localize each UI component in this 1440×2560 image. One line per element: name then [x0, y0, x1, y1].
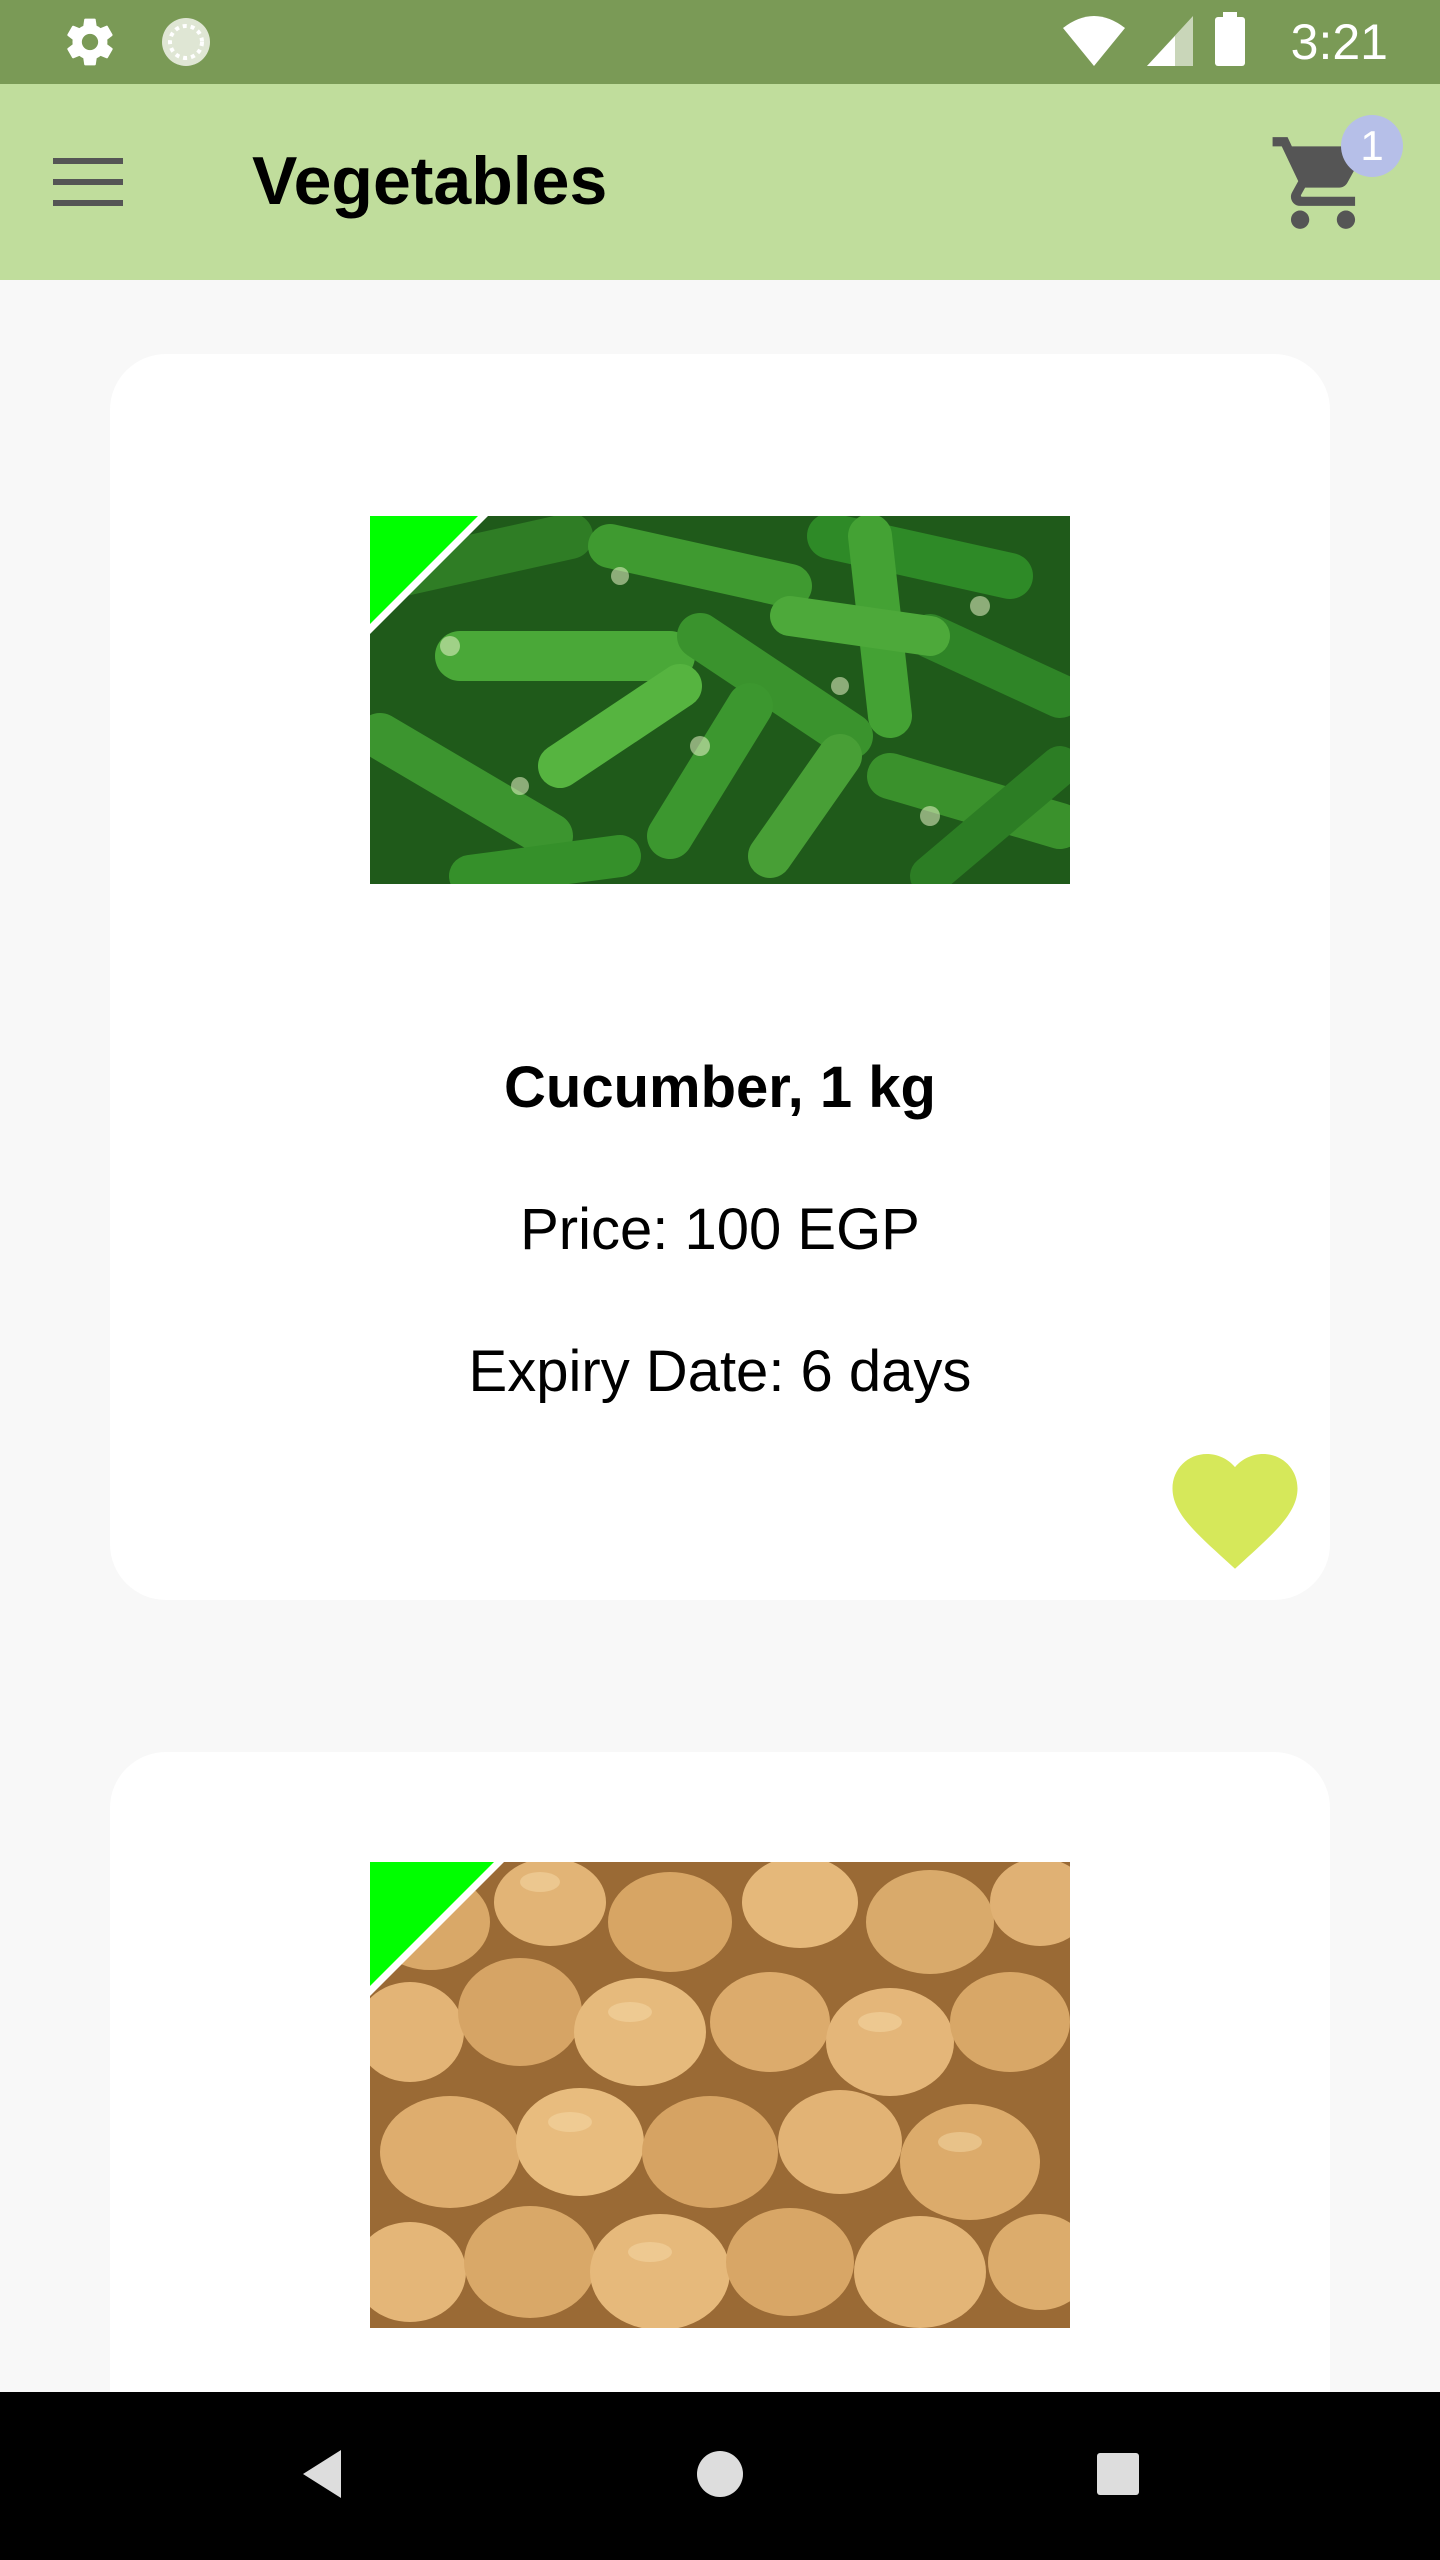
heart-icon — [1160, 1454, 1310, 1578]
back-icon — [297, 2446, 347, 2507]
cucumbers-image — [370, 516, 1070, 884]
product-card[interactable]: Cucumber, 1 kg Price: 100 EGP Expiry Dat… — [110, 354, 1330, 1600]
favorite-button[interactable] — [1160, 1434, 1310, 1574]
status-time: 3:21 — [1290, 14, 1388, 70]
product-price: Price: 100 EGP — [520, 1197, 920, 1262]
recents-button[interactable] — [1070, 2428, 1166, 2524]
product-expiry: Expiry Date: 6 days — [468, 1339, 972, 1404]
status-left-icons — [62, 14, 214, 75]
wifi-icon — [1061, 12, 1127, 73]
status-bar: 3:21 — [0, 0, 1440, 84]
menu-button[interactable] — [40, 136, 136, 232]
sync-icon — [158, 14, 214, 75]
system-navigation-bar — [0, 2392, 1440, 2560]
status-right-icons: 3:21 — [1061, 0, 1388, 84]
potatoes-image — [370, 1862, 1070, 2328]
battery-icon — [1213, 11, 1247, 73]
back-button[interactable] — [274, 2428, 370, 2524]
app-bar: Vegetables — [0, 84, 1440, 280]
shopping-cart-icon — [1268, 137, 1378, 242]
screen: 3:21 Vegetables 1 Cucumber, 1 kg Price: … — [0, 0, 1440, 2560]
settings-icon — [62, 14, 118, 75]
home-icon — [694, 2448, 746, 2505]
hamburger-menu-icon — [53, 156, 123, 213]
recents-icon — [1095, 2451, 1141, 2502]
product-name: Cucumber, 1 kg — [504, 1055, 936, 1120]
home-button[interactable] — [672, 2428, 768, 2524]
cart-count-badge: 1 — [1341, 115, 1403, 177]
signal-icon — [1145, 12, 1195, 73]
page-title: Vegetables — [252, 143, 608, 219]
